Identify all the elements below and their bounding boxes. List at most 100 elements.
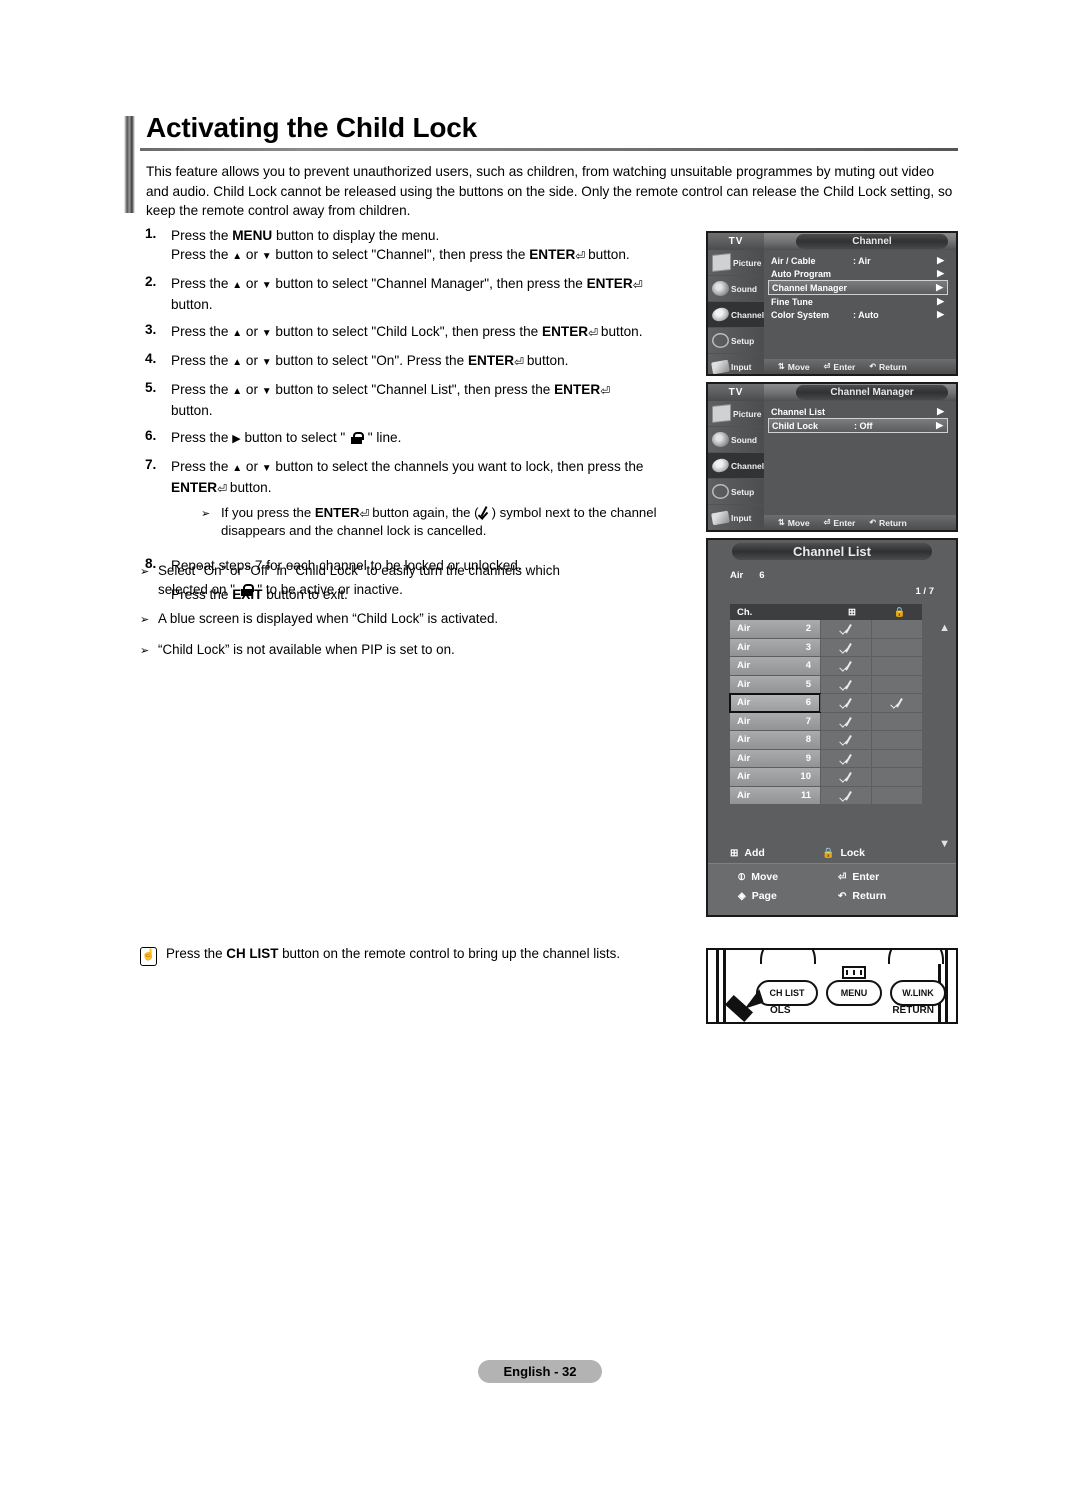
sidebar-item-setup[interactable]: Setup — [708, 328, 764, 354]
channel-row[interactable]: Air 10 — [730, 768, 922, 786]
key-enter: ENTER — [467, 353, 515, 368]
sidebar-item-input[interactable]: Input — [708, 354, 764, 374]
channel-locked-cell[interactable] — [871, 675, 922, 693]
step-text: Press the or button to select the channe… — [171, 457, 702, 548]
chevron-right-icon — [937, 255, 944, 266]
menu-row-label: Color System — [771, 309, 830, 320]
channel-locked-cell[interactable] — [871, 620, 922, 638]
remote-button-ch-list[interactable]: CH LIST — [756, 980, 818, 1006]
channel-row[interactable]: Air 7 — [730, 712, 922, 730]
action-add[interactable]: ⊞ Add — [730, 847, 822, 859]
step-7: 7. Press the or button to select the cha… — [142, 457, 702, 548]
tv-label: TV — [708, 384, 764, 401]
channel-locked-cell[interactable] — [871, 768, 922, 786]
channel-locked-cell[interactable] — [871, 712, 922, 730]
channel-added-cell[interactable] — [820, 657, 871, 675]
channel-row[interactable]: Air 3 — [730, 638, 922, 656]
enter-key-icon: ⏎ — [632, 278, 643, 292]
bottom-bar-label: Move — [787, 361, 810, 372]
channel-added-cell[interactable] — [820, 638, 871, 656]
channel-row-name: Air 3 — [730, 638, 820, 656]
channel-row[interactable]: Air 11 — [730, 786, 922, 804]
channel-added-cell[interactable] — [820, 731, 871, 749]
lock-icon: 🔒 — [893, 606, 906, 618]
channel-added-cell[interactable] — [820, 749, 871, 767]
step-text-part: Press the — [171, 228, 233, 243]
footer-label: Page — [751, 890, 777, 902]
menu-row-fine-tune[interactable]: Fine Tune — [768, 295, 948, 308]
table-header: Ch. ⊞ 🔒 — [730, 604, 922, 620]
step-text-part: Press the — [171, 353, 233, 368]
menu-row-color-system[interactable]: Color System : Auto — [768, 308, 948, 321]
channel-number: 8 — [805, 734, 811, 746]
bottom-bar-return: ↶ Return — [869, 518, 906, 528]
menu-row-channel-manager[interactable]: Channel Manager — [768, 280, 948, 295]
channel-row[interactable]: Air 5 — [730, 675, 922, 693]
channel-locked-cell[interactable] — [871, 749, 922, 767]
menu-row-channel-list[interactable]: Channel List — [768, 405, 948, 418]
sidebar-item-picture[interactable]: Picture — [708, 250, 764, 276]
panel-title: Channel Manager — [796, 385, 948, 400]
channel-locked-cell[interactable] — [871, 694, 922, 712]
menu-row-label: Child Lock — [772, 420, 819, 431]
channel-added-cell[interactable] — [820, 694, 871, 712]
checkmark-icon — [479, 506, 492, 519]
sidebar-item-picture[interactable]: Picture — [708, 401, 764, 427]
channel-row[interactable]: Air 8 — [730, 731, 922, 749]
lock-icon — [351, 432, 365, 444]
channel-added-cell[interactable] — [820, 712, 871, 730]
menu-sidebar: Picture Sound Channel Setup Input — [708, 250, 764, 374]
key-enter: ENTER — [554, 382, 601, 397]
channel-added-cell[interactable] — [820, 786, 871, 804]
channel-source: Air — [737, 660, 751, 672]
step-text-part: or — [242, 382, 262, 397]
sidebar-item-input[interactable]: Input — [708, 505, 764, 530]
page-updown-icon: ◈ — [738, 890, 746, 902]
channel-row[interactable]: Air 4 — [730, 657, 922, 675]
add-icon: ⊞ — [848, 606, 856, 618]
action-lock[interactable]: 🔒 Lock — [822, 847, 865, 859]
sidebar-item-sound[interactable]: Sound — [708, 427, 764, 453]
note-part: Select "On" or "Off" in "Child Lock" to … — [158, 563, 560, 578]
subnote-part: If you press the — [221, 505, 315, 520]
menu-row-child-lock[interactable]: Child Lock : Off — [768, 418, 948, 433]
scroll-down-icon[interactable]: ▼ — [939, 838, 950, 850]
sidebar-item-label: Sound — [731, 283, 758, 294]
sidebar-item-sound[interactable]: Sound — [708, 276, 764, 302]
channel-source: Air — [737, 752, 751, 764]
channel-number: 9 — [805, 752, 811, 764]
step-text-part: button. — [171, 297, 213, 312]
setup-icon — [712, 484, 729, 499]
remote-button-menu[interactable]: MENU — [826, 980, 882, 1006]
channel-locked-cell[interactable] — [871, 657, 922, 675]
sidebar-item-setup[interactable]: Setup — [708, 479, 764, 505]
channel-added-cell[interactable] — [820, 675, 871, 693]
channel-added-cell[interactable] — [820, 768, 871, 786]
channel-row[interactable]: Air 2 — [730, 620, 922, 638]
footer-label: Enter — [852, 871, 880, 883]
channel-source: Air — [737, 734, 751, 746]
sound-icon — [712, 432, 729, 447]
arrow-bullet-icon — [140, 562, 158, 599]
step-text-part: Press the — [171, 324, 233, 339]
updown-arrow-icon: ⇅ — [778, 518, 785, 527]
channel-added-cell[interactable] — [820, 620, 871, 638]
channel-row[interactable]: Air 9 — [730, 749, 922, 767]
bottom-bar-label: Enter — [833, 361, 856, 372]
sidebar-item-channel[interactable]: Channel — [708, 302, 764, 328]
menu-row-air-cable[interactable]: Air / Cable : Air — [768, 254, 948, 267]
scroll-up-icon[interactable]: ▲ — [939, 622, 950, 634]
step-number: 3. — [145, 322, 157, 337]
channel-locked-cell[interactable] — [871, 786, 922, 804]
sidebar-item-label: Channel — [731, 309, 765, 320]
channel-locked-cell[interactable] — [871, 638, 922, 656]
channel-row[interactable]: Air 6 — [729, 693, 922, 713]
menu-row-auto-program[interactable]: Auto Program — [768, 267, 948, 280]
sidebar-item-channel[interactable]: Channel — [708, 453, 764, 479]
step-text: Press the button to select " " line. — [171, 428, 702, 449]
sidebar-item-label: Channel — [731, 460, 765, 471]
channel-locked-cell[interactable] — [871, 731, 922, 749]
footer-row: ◈ Page ↶ Return — [738, 890, 956, 902]
step-text-part: button to select "Channel List", then pr… — [271, 382, 555, 397]
remote-button-wlink[interactable]: W.LINK — [890, 980, 946, 1006]
